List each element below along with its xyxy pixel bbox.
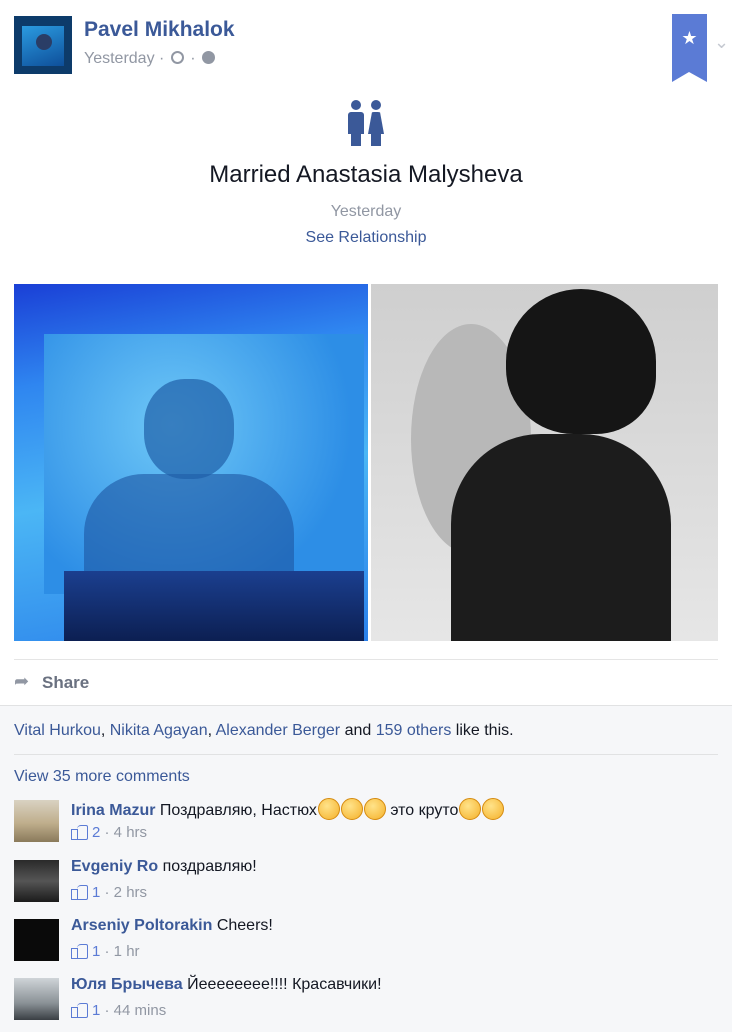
commenter-avatar[interactable] bbox=[14, 978, 59, 1020]
likes-and: and bbox=[340, 722, 376, 739]
commenter-avatar[interactable] bbox=[14, 800, 59, 842]
comment-body: Поздравляю, Настюх bbox=[159, 802, 317, 819]
comment-like-count[interactable]: 1 bbox=[92, 1002, 100, 1019]
comment-text: Arseniy Poltorakin Cheers! bbox=[71, 917, 273, 935]
globe-icon[interactable] bbox=[202, 51, 216, 65]
comment-like-count[interactable]: 1 bbox=[92, 884, 100, 901]
liker-link[interactable]: Alexander Berger bbox=[216, 722, 341, 739]
comment-text: Irina Mazur Поздравляю, Настюх это круто bbox=[71, 798, 505, 820]
comment-text: Юля Брычева Йееееееее!!!! Красавчики! bbox=[71, 976, 382, 994]
tongue-emoji-icon bbox=[459, 798, 482, 820]
comment-item: Arseniy Poltorakin Cheers! 1 · 1 hr bbox=[14, 917, 718, 967]
clock-icon bbox=[170, 51, 184, 65]
comment-meta: 1 · 1 hr bbox=[71, 943, 140, 960]
like-thumb-icon[interactable] bbox=[71, 884, 89, 900]
divider bbox=[14, 754, 718, 755]
woman-portrait-photo[interactable] bbox=[371, 284, 718, 641]
share-label: Share bbox=[42, 673, 90, 692]
comment-item: Юля Брычева Йееееееее!!!! Красавчики! 1 … bbox=[14, 976, 718, 1026]
photo-grid bbox=[14, 284, 718, 641]
meta-separator: · bbox=[159, 50, 165, 67]
meta-separator: · bbox=[190, 50, 196, 67]
comment-meta: 1 · 2 hrs bbox=[71, 884, 147, 901]
feedback-section: Vital Hurkou, Nikita Agayan, Alexander B… bbox=[0, 705, 732, 1032]
commenter-avatar[interactable] bbox=[14, 860, 59, 902]
post-meta: Yesterday · · bbox=[84, 50, 217, 68]
post-header: Pavel Mikhalok Yesterday · · ★ ⌄ bbox=[14, 14, 729, 82]
comment-meta: 2 · 4 hrs bbox=[71, 824, 147, 841]
married-couple-icon bbox=[346, 100, 386, 146]
concert-photo[interactable] bbox=[14, 284, 368, 641]
chevron-down-icon[interactable]: ⌄ bbox=[714, 32, 729, 53]
like-thumb-icon[interactable] bbox=[71, 943, 89, 959]
comment-body: поздравляю! bbox=[162, 858, 257, 875]
commenter-name[interactable]: Irina Mazur bbox=[71, 802, 155, 819]
share-button[interactable]: Share bbox=[14, 670, 89, 696]
kiss-emoji-icon bbox=[340, 798, 363, 820]
kiss-emoji-icon bbox=[317, 798, 340, 820]
comment-body: это круто bbox=[385, 802, 459, 819]
comment-text: Evgeniy Ro поздравляю! bbox=[71, 858, 257, 876]
like-thumb-icon[interactable] bbox=[71, 824, 89, 840]
comment-time[interactable]: · 2 hrs bbox=[105, 884, 148, 901]
divider bbox=[14, 659, 718, 660]
kiss-emoji-icon bbox=[363, 798, 386, 820]
life-event-date: Yesterday bbox=[330, 203, 402, 220]
commenter-name[interactable]: Evgeniy Ro bbox=[71, 858, 158, 875]
comment-time[interactable]: · 4 hrs bbox=[105, 824, 148, 841]
comment-meta: 1 · 44 mins bbox=[71, 1002, 166, 1019]
post-timestamp[interactable]: Yesterday bbox=[84, 50, 155, 67]
likes-others-link[interactable]: 159 others bbox=[376, 722, 452, 739]
liker-link[interactable]: Nikita Agayan bbox=[110, 722, 208, 739]
like-thumb-icon[interactable] bbox=[71, 1002, 89, 1018]
comment-body: Йееееееее!!!! Красавчики! bbox=[187, 976, 382, 993]
commenter-name[interactable]: Юля Брычева bbox=[71, 976, 183, 993]
comment-time[interactable]: · 44 mins bbox=[105, 1002, 167, 1019]
comment-like-count[interactable]: 2 bbox=[92, 824, 100, 841]
view-more-comments-link[interactable]: View 35 more comments bbox=[14, 768, 190, 786]
life-event: Married Anastasia Malysheva Yesterday Se… bbox=[0, 100, 732, 247]
commenter-avatar[interactable] bbox=[14, 919, 59, 961]
comment-time[interactable]: · 1 hr bbox=[105, 943, 140, 960]
smile-emoji-icon bbox=[482, 798, 505, 820]
bookmark-button[interactable]: ★ bbox=[672, 14, 707, 82]
share-arrow-icon bbox=[14, 671, 34, 692]
comment-like-count[interactable]: 1 bbox=[92, 943, 100, 960]
star-icon: ★ bbox=[681, 28, 698, 48]
see-relationship-link[interactable]: See Relationship bbox=[0, 229, 732, 247]
likes-separator: , bbox=[207, 722, 216, 739]
likes-sentence: Vital Hurkou, Nikita Agayan, Alexander B… bbox=[14, 722, 514, 740]
life-event-title: Married Anastasia Malysheva bbox=[209, 161, 523, 188]
liker-link[interactable]: Vital Hurkou bbox=[14, 722, 101, 739]
author-avatar[interactable] bbox=[14, 16, 72, 74]
comment-item: Irina Mazur Поздравляю, Настюх это круто… bbox=[14, 798, 718, 848]
comment-item: Evgeniy Ro поздравляю! 1 · 2 hrs bbox=[14, 858, 718, 908]
author-name[interactable]: Pavel Mikhalok bbox=[84, 18, 235, 42]
comment-body: Cheers! bbox=[216, 917, 273, 934]
likes-suffix: like this. bbox=[451, 722, 514, 739]
commenter-name[interactable]: Arseniy Poltorakin bbox=[71, 917, 212, 934]
likes-separator: , bbox=[100, 722, 110, 739]
